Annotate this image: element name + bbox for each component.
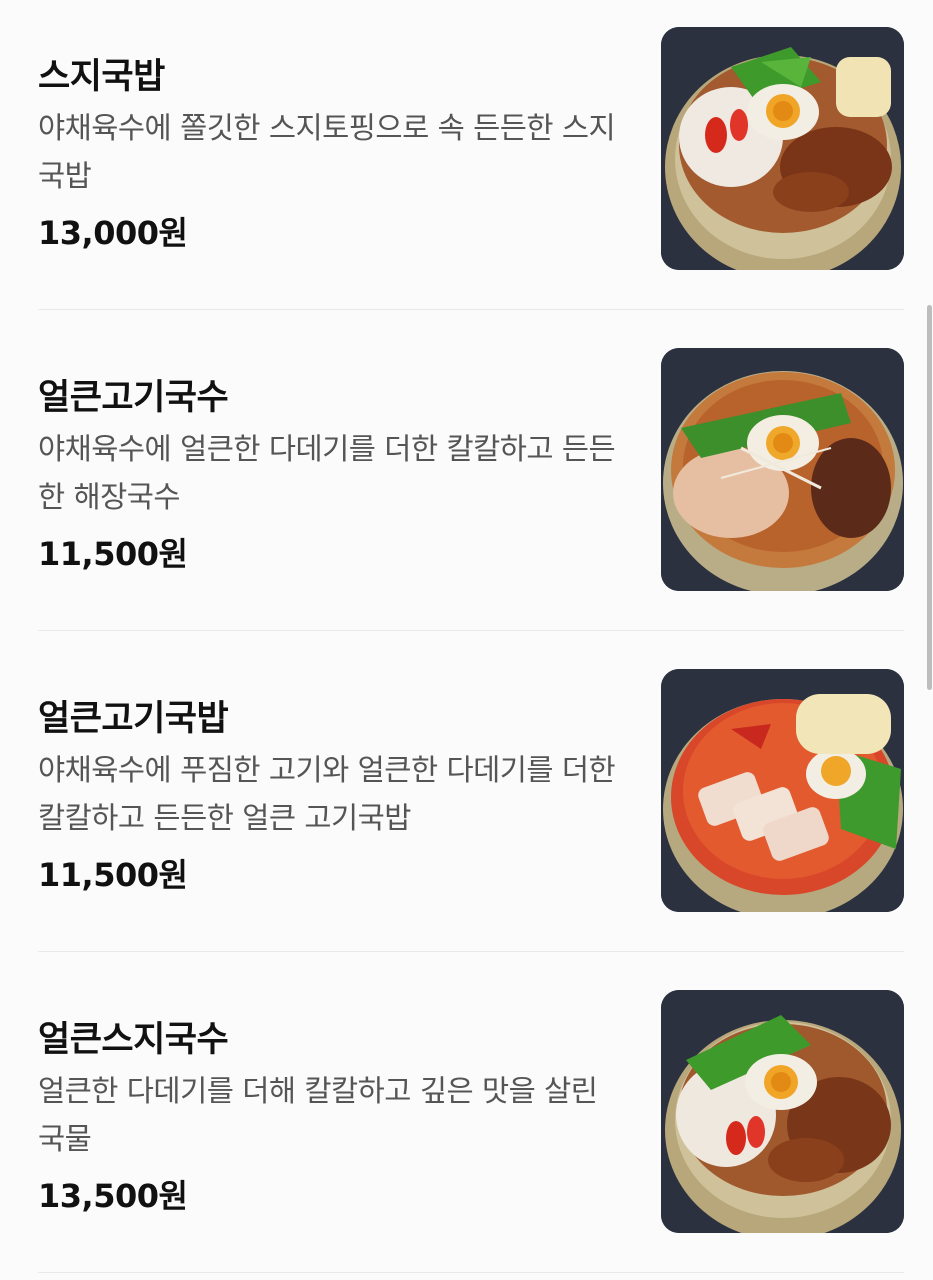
menu-list: 스지국밥 야채육수에 쫄깃한 스지토핑으로 속 든든한 스지국밥 13,000원 xyxy=(0,0,933,1280)
menu-item-name: 얼큰고기국밥 xyxy=(38,699,229,739)
menu-item-photo[interactable] xyxy=(661,348,904,591)
bowl-photo-svg xyxy=(661,669,904,912)
scrollbar[interactable] xyxy=(927,305,932,690)
menu-item-price: 11,500원 xyxy=(38,535,188,573)
menu-divider xyxy=(38,951,904,952)
menu-item-sujigukbap[interactable]: 스지국밥 야채육수에 쫄깃한 스지토핑으로 속 든든한 스지국밥 13,000원 xyxy=(38,26,904,347)
menu-item-description: 야채육수에 얼큰한 다데기를 더한 칼칼하고 든든한 해장국수 xyxy=(38,432,616,514)
menu-item-eolkeun-gogi-guksu[interactable]: 얼큰고기국수 야채육수에 얼큰한 다데기를 더한 칼칼하고 든든한 해장국수 1… xyxy=(38,347,904,668)
menu-divider xyxy=(38,630,904,631)
menu-item-description: 얼큰한 다데기를 더해 칼칼하고 깊은 맛을 살린 국물 xyxy=(38,1074,598,1156)
menu-item-photo[interactable] xyxy=(661,990,904,1233)
menu-item-name: 얼큰고기국수 xyxy=(38,378,229,418)
menu-divider xyxy=(38,1272,904,1273)
menu-item-photo[interactable] xyxy=(661,669,904,912)
bowl-photo-svg xyxy=(661,348,904,591)
menu-item-description: 야채육수에 푸짐한 고기와 얼큰한 다데기를 더한 칼칼하고 든든한 얼큰 고기… xyxy=(38,753,616,835)
menu-item-price: 13,000원 xyxy=(38,214,188,252)
menu-item-photo[interactable] xyxy=(661,27,904,270)
menu-item-name: 스지국밥 xyxy=(38,57,165,97)
menu-item-name: 얼큰스지국수 xyxy=(38,1020,229,1060)
bowl-photo-svg xyxy=(661,990,904,1233)
menu-divider xyxy=(38,309,904,310)
bowl-photo-svg xyxy=(661,27,904,270)
menu-item-description: 야채육수에 쫄깃한 스지토핑으로 속 든든한 스지국밥 xyxy=(38,111,616,193)
menu-item-price: 13,500원 xyxy=(38,1177,188,1215)
menu-item-price: 11,500원 xyxy=(38,856,188,894)
menu-item-eolkeun-gogi-gukbap[interactable]: 얼큰고기국밥 야채육수에 푸짐한 고기와 얼큰한 다데기를 더한 칼칼하고 든든… xyxy=(38,668,904,989)
menu-item-eolkeun-suji-guksu[interactable]: 얼큰스지국수 얼큰한 다데기를 더해 칼칼하고 깊은 맛을 살린 국물 13,5… xyxy=(38,989,904,1280)
